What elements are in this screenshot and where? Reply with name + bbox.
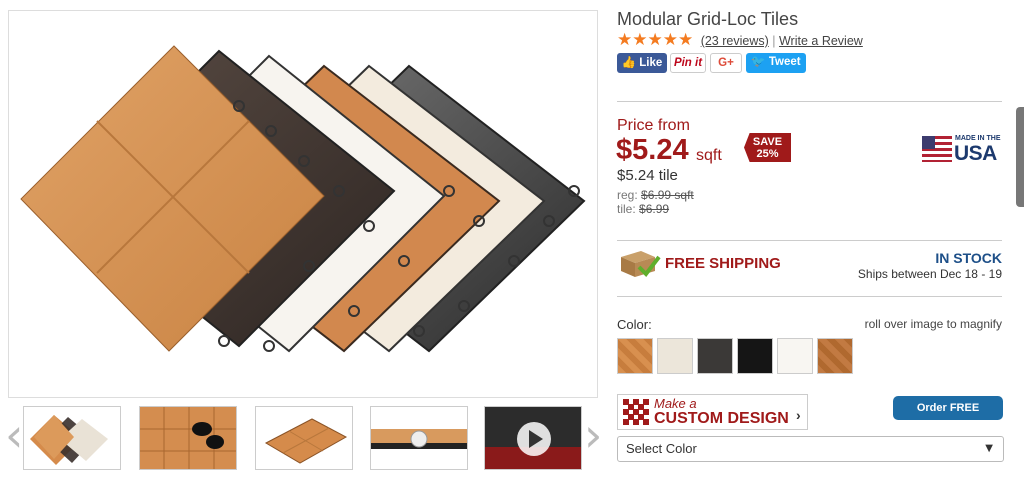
color-select[interactable]: Select Color ▼: [617, 436, 1004, 462]
chevron-down-icon: ▼: [985, 443, 993, 454]
write-review-link[interactable]: Write a Review: [779, 34, 863, 48]
us-flag-icon: [922, 136, 952, 162]
tile-price: $5.24 tile: [617, 167, 678, 184]
pinterest-button[interactable]: Pin it: [670, 53, 706, 73]
chevron-right-icon: ›: [796, 407, 801, 423]
color-label: Color:: [617, 317, 652, 332]
page-scroll-tab[interactable]: [1016, 107, 1024, 207]
magnify-hint: roll over image to magnify: [864, 317, 1002, 331]
select-value: Select Color: [626, 441, 697, 456]
thumbnail-2[interactable]: [139, 406, 237, 470]
price-from-label: Price from: [617, 117, 690, 134]
regular-tile-price: tile: $6.99: [617, 202, 670, 216]
shipping-box-icon: [621, 251, 661, 278]
thumbnail-video[interactable]: [484, 406, 582, 470]
oak-swatch[interactable]: [617, 338, 653, 374]
thumbnail-3[interactable]: [255, 406, 353, 470]
order-free-samples-button[interactable]: Order FREE Samples: [893, 396, 1003, 438]
thumbnail-prev-arrow[interactable]: ‹: [5, 400, 23, 474]
save-badge: SAVE 25%: [744, 133, 791, 162]
ship-dates: Ships between Dec 18 - 19: [857, 267, 1002, 281]
free-shipping-label: FREE SHIPPING: [665, 255, 781, 272]
white-swatch[interactable]: [777, 338, 813, 374]
main-product-image[interactable]: [8, 10, 598, 398]
made-in-usa-badge: MADE IN THE USA: [922, 133, 1002, 165]
google-plus-button[interactable]: G+: [710, 53, 742, 73]
custom-design-banner[interactable]: Make a CUSTOM DESIGN ›: [617, 394, 808, 430]
divider: [617, 101, 1002, 102]
checker-icon: [623, 399, 649, 425]
twitter-tweet-button[interactable]: 🐦 Tweet: [746, 53, 806, 73]
dark-stone-swatch[interactable]: [697, 338, 733, 374]
product-title: Modular Grid-Loc Tiles: [617, 9, 799, 29]
thumbs-up-icon: 👍: [621, 55, 637, 69]
star-rating-icon: ★★★★★: [617, 30, 694, 50]
cherry-swatch[interactable]: [817, 338, 853, 374]
facebook-like-button[interactable]: 👍 Like: [617, 53, 667, 73]
price-amount: $5.24: [616, 134, 689, 166]
black-swatch[interactable]: [737, 338, 773, 374]
rating-row: ★★★★★ (23 reviews) | Write a Review: [617, 30, 863, 50]
thumbnail-1[interactable]: [23, 406, 121, 470]
thumbnail-4[interactable]: [370, 406, 468, 470]
divider: [617, 240, 1002, 241]
thumbnail-next-arrow[interactable]: ›: [584, 400, 602, 474]
tiles-illustration: [20, 45, 586, 353]
bird-icon: 🐦: [751, 56, 766, 68]
marble-swatch[interactable]: [657, 338, 693, 374]
stock-status: IN STOCK: [935, 250, 1002, 266]
regular-price: reg: $6.99 sqft: [617, 188, 694, 202]
price-unit: sqft: [696, 147, 722, 164]
reviews-link[interactable]: (23 reviews): [701, 34, 769, 48]
divider: [617, 296, 1002, 297]
